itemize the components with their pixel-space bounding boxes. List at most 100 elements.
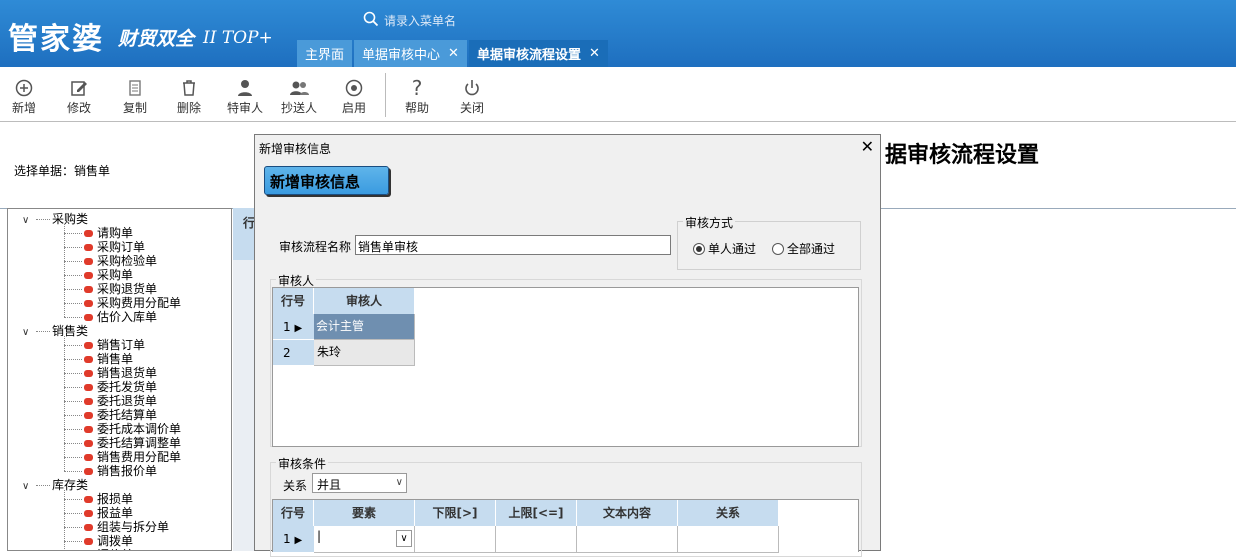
tree-item[interactable]: 组装与拆分单 (64, 520, 169, 534)
tree-item[interactable]: 采购费用分配单 (64, 296, 181, 310)
document-icon (84, 244, 93, 251)
chevron-down-icon[interactable]: ∨ (22, 326, 36, 340)
tree-item-label: 采购退货单 (97, 282, 158, 296)
tree-connector (64, 345, 82, 346)
auditor-grid[interactable]: 行号 审核人 1 ▶ 会计主管 2 朱玲 (272, 287, 859, 447)
tree-item-label: 销售单 (97, 352, 134, 366)
bill-tree[interactable]: ∨ 采购类 请购单 采购订单 采购检验单 采购单 采购退货单 采购费用分配单 估价入库单 ∨ 销售类… (7, 208, 232, 551)
document-icon (84, 412, 93, 419)
tree-item[interactable]: 采购订单 (64, 240, 145, 254)
mode-all-label: 全部通过 (787, 242, 836, 256)
tree-item[interactable]: 采购单 (64, 268, 133, 282)
col-header-element: 要素 (314, 500, 415, 526)
tree-item[interactable]: 委托结算单 (64, 408, 157, 422)
relation-select[interactable]: 并且 ∨ (312, 473, 407, 493)
tree-connector (64, 490, 65, 550)
upper-cell[interactable] (496, 526, 577, 553)
tree-connector (64, 401, 82, 402)
tree-item[interactable]: 销售费用分配单 (64, 450, 181, 464)
tree-item[interactable]: 请购单 (64, 226, 133, 240)
tree-item[interactable]: 委托结算调整单 (64, 436, 181, 450)
mode-all-radio[interactable]: 全部通过 (772, 240, 835, 257)
audit-mode-group: 审核方式 单人通过 全部通过 (677, 214, 861, 270)
mode-single-radio[interactable]: 单人通过 (693, 240, 756, 257)
tree-item-label: 委托结算调整单 (97, 436, 182, 450)
current-row-icon: ▶ (294, 323, 303, 334)
text-cell[interactable] (577, 526, 678, 553)
auditor-cell[interactable]: 朱玲 (314, 340, 415, 366)
copy-icon (125, 77, 145, 99)
tree-item[interactable]: 估价入库单 (64, 310, 157, 324)
tree-connector (64, 261, 82, 262)
tree-item[interactable]: 委托发货单 (64, 380, 157, 394)
tree-item-label: 报益单 (97, 506, 134, 520)
add-button[interactable]: 新增 (12, 77, 36, 116)
tab-audit-flow-settings[interactable]: 单据审核流程设置 ✕ (468, 40, 608, 67)
help-button[interactable]: ? 帮助 (405, 76, 430, 116)
copy-button[interactable]: 复制 (123, 77, 147, 116)
tree-item-label: 采购检验单 (97, 254, 158, 268)
relation-cell[interactable] (678, 526, 779, 553)
element-cell[interactable]: | ∨ (314, 526, 415, 553)
tree-item-label: 采购订单 (97, 240, 146, 254)
tree-item[interactable]: 销售单 (64, 352, 133, 366)
condition-grid[interactable]: 行号 要素 下限[>] 上限[<=] 文本内容 关系 1 ▶ | ∨ (272, 499, 859, 553)
tab-audit-center[interactable]: 单据审核中心 ✕ (354, 40, 467, 67)
tree-item[interactable]: 采购检验单 (64, 254, 157, 268)
people-icon (288, 77, 310, 99)
document-icon (84, 454, 93, 461)
add-audit-dialog: 新增审核信息 ✕ 新增审核信息 审核流程名称 销售单审核 审核方式 单人通过 全… (254, 134, 881, 557)
tree-connector (64, 275, 82, 276)
toolbar: 新增 修改 复制 删除 特审人 抄送人 启用 ? 帮助 关闭 (0, 67, 1236, 122)
row-number: 1 ▶ (273, 314, 314, 340)
special-auditor-button[interactable]: 特审人 (227, 77, 263, 116)
chevron-down-icon[interactable]: ∨ (22, 214, 36, 228)
help-label: 帮助 (405, 101, 430, 115)
lower-cell[interactable] (415, 526, 496, 553)
document-icon (84, 258, 93, 265)
mode-single-label: 单人通过 (708, 242, 757, 256)
radio-icon (772, 242, 784, 255)
radio-circle-icon (344, 77, 364, 99)
tab-label: 单据审核流程设置 (476, 48, 581, 63)
tree-item[interactable]: 销售订单 (64, 338, 145, 352)
tree-item[interactable]: 销售报价单 (64, 464, 157, 478)
cc-button[interactable]: 抄送人 (281, 77, 317, 116)
close-icon[interactable]: ✕ (589, 46, 600, 61)
audit-mode-legend: 审核方式 (683, 214, 736, 231)
tree-item[interactable]: 报损单 (64, 492, 133, 506)
tab-main[interactable]: 主界面 (297, 40, 353, 67)
close-icon[interactable]: ✕ (448, 46, 459, 61)
add-label: 新增 (12, 101, 37, 115)
tree-item[interactable]: 销售退货单 (64, 366, 157, 380)
document-icon (84, 496, 93, 503)
tree-connector (64, 247, 82, 248)
document-icon (84, 314, 93, 321)
app-logo-sub: 财贸双全 (118, 28, 195, 50)
chevron-down-icon[interactable]: ∨ (396, 530, 412, 547)
tree-connector (64, 336, 65, 471)
tree-connector (64, 317, 82, 318)
tree-item[interactable]: 调拨单 (64, 534, 133, 548)
tree-category-label: 库存类 (52, 478, 89, 492)
close-icon[interactable]: ✕ (861, 137, 874, 156)
auditor-cell[interactable]: 会计主管 (314, 314, 415, 340)
tree-connector (64, 471, 82, 472)
close-button[interactable]: 关闭 (460, 77, 484, 116)
delete-button[interactable]: 删除 (177, 77, 201, 116)
enable-button[interactable]: 启用 (342, 77, 366, 116)
edit-button[interactable]: 修改 (67, 77, 91, 116)
tree-connector (64, 303, 82, 304)
tree-item[interactable]: 委托退货单 (64, 394, 157, 408)
tree-item[interactable]: 委托成本调价单 (64, 422, 181, 436)
chevron-down-icon[interactable]: ∨ (22, 480, 36, 494)
menu-search[interactable]: 请录入菜单名 (363, 11, 456, 30)
tree-connector (64, 527, 82, 528)
flow-name-input[interactable]: 销售单审核 (355, 235, 671, 255)
tree-item[interactable]: 报益单 (64, 506, 133, 520)
page-title: 据审核流程设置 (885, 142, 1040, 168)
tree-connector (64, 513, 82, 514)
tree-connector (64, 457, 82, 458)
tree-item[interactable]: 采购退货单 (64, 282, 157, 296)
copy-label: 复制 (123, 101, 148, 115)
